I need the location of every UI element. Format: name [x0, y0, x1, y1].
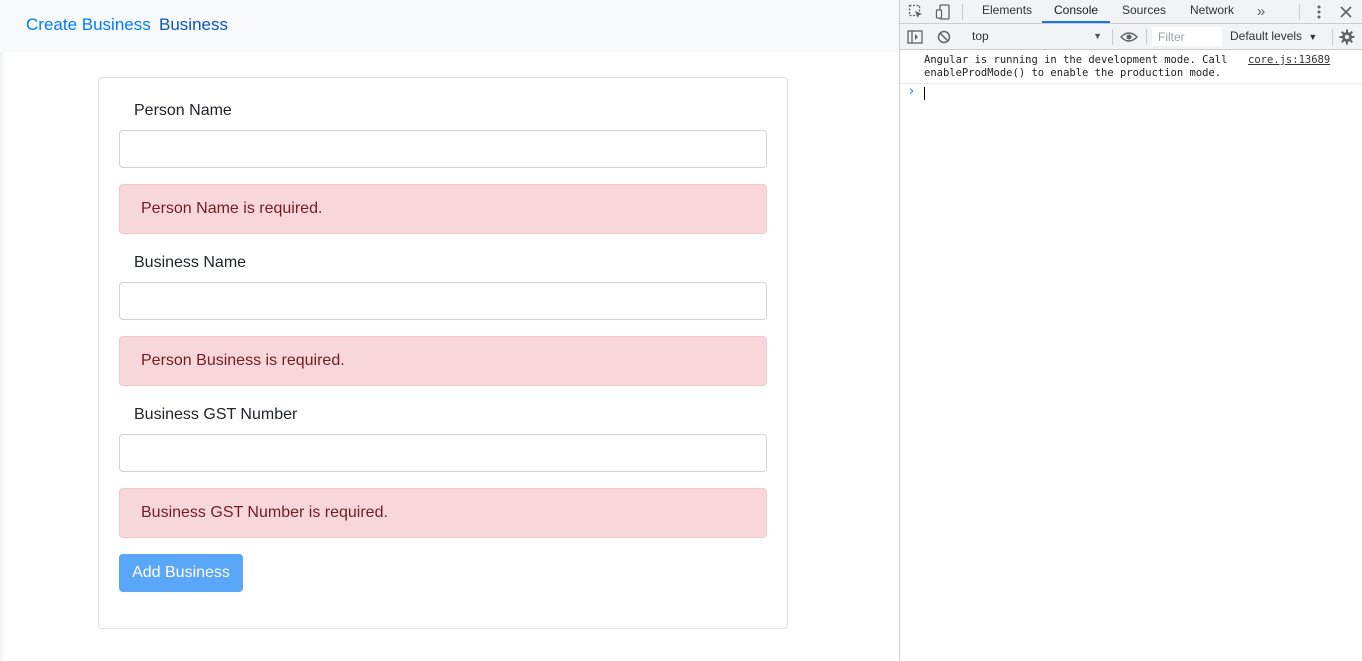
console-message: Angular is running in the development mo… [900, 51, 1362, 84]
business-gst-error-alert: Business GST Number is required. [119, 488, 767, 538]
console-source-link[interactable]: core.js:13689 [1248, 54, 1330, 67]
tab-elements[interactable]: Elements [970, 0, 1044, 23]
console-toolbar: top ▼ Default levels ▼ [900, 24, 1362, 50]
business-name-error-alert: Person Business is required. [119, 336, 767, 386]
console-prompt[interactable]: › [900, 84, 1362, 102]
toolbar-separator [1332, 29, 1333, 45]
app-viewport: Create Business Business Person Name Per… [0, 0, 899, 661]
tab-network[interactable]: Network [1178, 0, 1246, 23]
tabbar-separator [1299, 4, 1300, 20]
context-select-value: top [972, 29, 989, 43]
person-name-error-alert: Person Name is required. [119, 184, 767, 234]
business-gst-input[interactable] [119, 434, 767, 472]
devtools-tabbar: Elements Console Sources Network » [900, 0, 1362, 24]
inspect-element-icon[interactable] [907, 3, 925, 21]
business-name-input[interactable] [119, 282, 767, 320]
person-name-label: Person Name [134, 102, 232, 119]
tab-sources[interactable]: Sources [1110, 0, 1178, 23]
console-message-text: Angular is running in the development mo… [924, 54, 1228, 66]
business-form-card: Person Name Person Name is required. Bus… [98, 77, 788, 629]
prompt-chevron-icon: › [909, 84, 915, 99]
show-sidebar-icon[interactable] [906, 28, 924, 46]
person-name-input[interactable] [119, 130, 767, 168]
create-business-link[interactable]: Create Business [26, 15, 151, 35]
tabbar-separator [962, 4, 963, 20]
business-gst-label: Business GST Number [134, 406, 298, 423]
device-toolbar-icon[interactable] [934, 3, 952, 21]
console-message-line-2: enableProdMode() to enable the productio… [924, 67, 1222, 79]
chevron-down-icon: ▼ [1308, 32, 1318, 42]
tab-console[interactable]: Console [1042, 0, 1111, 23]
toolbar-separator [1112, 29, 1113, 45]
text-caret [924, 87, 925, 100]
chevron-down-icon: ▼ [1093, 31, 1102, 41]
clear-console-icon[interactable] [935, 28, 953, 46]
context-select[interactable]: top ▼ [966, 27, 1104, 46]
page-left-shadow [0, 52, 6, 661]
kebab-menu-icon[interactable] [1310, 3, 1328, 21]
log-levels-label: Default levels [1230, 29, 1303, 43]
devtools-panel: Elements Console Sources Network » top ▼ [899, 0, 1362, 661]
toolbar-separator [1146, 29, 1147, 45]
business-name-label: Business Name [134, 254, 247, 271]
log-levels-dropdown[interactable]: Default levels ▼ [1230, 27, 1317, 46]
double-chevron-right-icon[interactable]: » [1252, 2, 1270, 20]
navbar: Create Business Business [0, 0, 899, 52]
add-business-button[interactable]: Add Business [119, 554, 243, 592]
console-message-line: Angular is running in the development mo… [924, 54, 1362, 67]
business-link[interactable]: Business [159, 15, 228, 35]
live-expression-eye-icon[interactable] [1119, 28, 1139, 46]
gear-icon[interactable] [1338, 28, 1356, 46]
close-icon[interactable] [1337, 3, 1355, 21]
console-filter-input[interactable] [1152, 27, 1222, 46]
